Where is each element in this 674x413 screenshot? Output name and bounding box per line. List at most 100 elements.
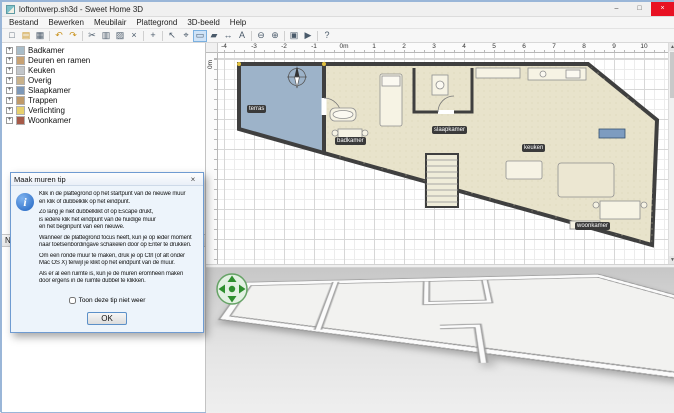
ruler-number: 8 [582, 43, 586, 50]
ruler-number: 0m [339, 43, 348, 50]
expand-icon[interactable]: + [6, 117, 13, 124]
create-rooms-tool-button[interactable]: ▰ [207, 30, 221, 42]
ruler-number: 7 [552, 43, 556, 50]
ruler-number: 6 [522, 43, 526, 50]
save-button[interactable]: ▦ [33, 30, 47, 42]
room-label-slaapkamer[interactable]: slaapkamer [432, 126, 467, 134]
create-video-button[interactable]: ▶ [301, 30, 315, 42]
dialog-close-icon[interactable]: × [186, 175, 200, 184]
menu-plattegrond[interactable]: Plattegrond [131, 18, 182, 27]
dont-show-again-checkbox[interactable] [69, 297, 76, 304]
dialog-text-line: Klik in de plattegrond op het startpunt … [39, 191, 198, 199]
3d-view-panel[interactable] [206, 268, 674, 413]
toolbar-separator [317, 31, 318, 41]
scroll-up-icon[interactable]: ▲ [669, 43, 674, 51]
category-label: Badkamer [28, 46, 64, 55]
select-arrow-icon: ↖ [168, 31, 176, 40]
create-photo-button[interactable]: ▣ [287, 30, 301, 42]
3d-navigation-pad-icon[interactable] [216, 273, 248, 305]
floor-plan-canvas[interactable]: terras badkamer slaapkamer keuken woonka… [218, 53, 668, 264]
category-label: Slaapkamer [28, 86, 71, 95]
save-disk-icon: ▦ [36, 31, 45, 40]
undo-icon: ↶ [55, 31, 63, 40]
sidebar-item-deuren-en-ramen[interactable]: + Deuren en ramen [2, 55, 205, 65]
copy-icon: ▥ [102, 31, 111, 40]
expand-icon[interactable]: + [6, 77, 13, 84]
paste-icon: ▨ [116, 31, 125, 40]
redo-button[interactable]: ↷ [66, 30, 80, 42]
dialog-title-bar[interactable]: Maak muren tip × [11, 173, 203, 186]
menu-3d-beeld[interactable]: 3D-beeld [182, 18, 224, 27]
dialog-title: Maak muren tip [14, 175, 186, 184]
zoom-in-button[interactable]: ⊕ [268, 30, 282, 42]
expand-icon[interactable]: + [6, 47, 13, 54]
menu-meubilair[interactable]: Meubilair [89, 18, 131, 27]
sidebar-item-slaapkamer[interactable]: + Slaapkamer [2, 85, 205, 95]
room-label-badkamer[interactable]: badkamer [335, 137, 366, 145]
category-label: Deuren en ramen [28, 56, 90, 65]
new-document-icon: □ [9, 31, 14, 40]
toolbar-separator [49, 31, 50, 41]
maximize-button[interactable]: □ [628, 2, 651, 16]
expand-icon[interactable]: + [6, 97, 13, 104]
category-trappen-icon [16, 96, 25, 105]
menu-help[interactable]: Help [225, 18, 251, 27]
create-walls-tool-button[interactable]: ▭ [193, 30, 207, 42]
new-button[interactable]: □ [5, 30, 19, 42]
sidebar-item-badkamer[interactable]: + Badkamer [2, 45, 205, 55]
open-button[interactable]: ▤ [19, 30, 33, 42]
dialog-text-line: naar toetsenbordingave schakelen door op… [39, 242, 198, 250]
paste-button[interactable]: ▨ [113, 30, 127, 42]
close-button[interactable]: × [651, 2, 674, 16]
menu-bestand[interactable]: Bestand [4, 18, 43, 27]
pan-tool-button[interactable]: ⌖ [179, 30, 193, 42]
add-furniture-icon: + [150, 31, 155, 40]
minimize-button[interactable]: – [605, 2, 628, 16]
category-label: Verlichting [28, 106, 65, 115]
dialog-text-line: door ergens in de ruimte dubbel te klikk… [39, 278, 198, 286]
delete-button[interactable]: × [127, 30, 141, 42]
toolbar-separator [284, 31, 285, 41]
create-dimensions-tool-button[interactable]: ↔ [221, 30, 235, 42]
cut-button[interactable]: ✂ [85, 30, 99, 42]
expand-icon[interactable]: + [6, 57, 13, 64]
floor-plan[interactable] [218, 53, 668, 264]
expand-icon[interactable]: + [6, 67, 13, 74]
category-overig-icon [16, 76, 25, 85]
sidebar-item-trappen[interactable]: + Trappen [2, 95, 205, 105]
menu-bar: Bestand Bewerken Meubilair Plattegrond 3… [2, 17, 674, 29]
copy-button[interactable]: ▥ [99, 30, 113, 42]
menu-bewerken[interactable]: Bewerken [43, 18, 89, 27]
ruler-number: 9 [612, 43, 616, 50]
expand-icon[interactable]: + [6, 107, 13, 114]
category-woonkamer-icon [16, 116, 25, 125]
plan-vertical-scrollbar[interactable]: ▲ ▼ [668, 43, 674, 264]
help-button[interactable]: ? [320, 30, 334, 42]
sidebar-item-verlichting[interactable]: + Verlichting [2, 105, 205, 115]
toolbar-separator [143, 31, 144, 41]
sidebar-item-keuken[interactable]: + Keuken [2, 65, 205, 75]
select-tool-button[interactable]: ↖ [165, 30, 179, 42]
ok-button[interactable]: OK [87, 312, 127, 325]
scrollbar-thumb[interactable] [670, 52, 674, 98]
scroll-down-icon[interactable]: ▼ [669, 256, 674, 264]
add-text-tool-button[interactable]: A [235, 30, 249, 42]
open-folder-icon: ▤ [22, 31, 31, 40]
dimensions-icon: ↔ [224, 31, 233, 40]
ruler-number: 1 [372, 43, 376, 50]
zoom-out-button[interactable]: ⊖ [254, 30, 268, 42]
room-label-keuken[interactable]: keuken [522, 144, 545, 152]
expand-icon[interactable]: + [6, 87, 13, 94]
sidebar-item-woonkamer[interactable]: + Woonkamer [2, 115, 205, 125]
dont-show-again-label: Toon deze tip niet weer [79, 297, 146, 304]
horizontal-ruler: -4 -3 -2 -1 0m 1 2 3 4 5 6 7 8 9 10 11 [218, 43, 668, 53]
dialog-text-line: Mac OS X) terwijl je klikt op het eindpu… [39, 260, 198, 268]
category-label: Overig [28, 76, 52, 85]
undo-button[interactable]: ↶ [52, 30, 66, 42]
room-label-woonkamer[interactable]: woonkamer [575, 222, 610, 230]
3d-walls[interactable] [206, 269, 674, 413]
category-deuren-icon [16, 56, 25, 65]
room-label-terras[interactable]: terras [247, 105, 266, 113]
add-furniture-button[interactable]: + [146, 30, 160, 42]
sidebar-item-overig[interactable]: + Overig [2, 75, 205, 85]
